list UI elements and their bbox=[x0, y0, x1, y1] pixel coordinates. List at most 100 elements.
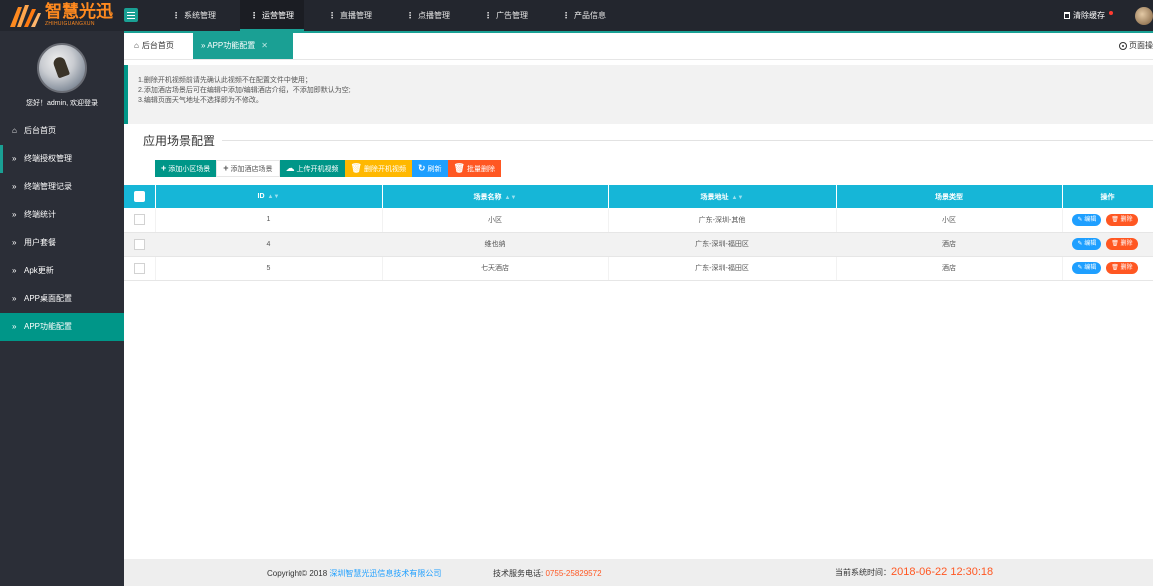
time-label: 当前系统时间： bbox=[835, 568, 891, 577]
topnav-label: 产品信息 bbox=[574, 11, 606, 20]
sidebar-item-terminal-records[interactable]: » 终端管理记录 bbox=[0, 173, 124, 201]
topnav-item-ads[interactable]: ⋮ 广告管理 bbox=[474, 0, 538, 31]
edit-button[interactable]: ✎ 编辑 bbox=[1072, 238, 1102, 250]
pencil-icon: ✎ bbox=[1077, 265, 1083, 271]
home-icon: ⌂ bbox=[12, 126, 17, 135]
column-header-id[interactable]: ID ▲▼ bbox=[155, 185, 383, 208]
add-community-scene-button[interactable]: + 添加小区场景 bbox=[155, 160, 217, 177]
row-checkbox-cell[interactable] bbox=[124, 208, 156, 233]
column-header-label: 操作 bbox=[1100, 193, 1115, 201]
sidebar-item-app-function[interactable]: » APP功能配置 bbox=[0, 313, 124, 341]
menu-toggle-icon[interactable] bbox=[124, 8, 138, 22]
double-chevron-icon: » bbox=[12, 238, 17, 247]
company-link[interactable]: 深圳智慧光迅信息技术有限公司 bbox=[329, 569, 441, 578]
target-icon bbox=[1119, 41, 1127, 50]
table-row: 1 小区 广东-深圳-其他 小区 ✎ 编辑 🗑 删除 bbox=[124, 208, 1153, 233]
notice-line: 2.添加酒店场景后可在编辑中添加/编辑酒店介绍，不添加即默认为空; bbox=[138, 87, 351, 94]
table-row: 5 七天酒店 广东-深圳-福田区 酒店 ✎ 编辑 🗑 删除 bbox=[124, 256, 1153, 281]
sidebar-avatar[interactable] bbox=[37, 43, 87, 93]
button-label: 删除开机视频 bbox=[363, 166, 406, 173]
double-chevron-icon: » bbox=[12, 266, 17, 275]
copyright: Copyright© 2018 深圳智慧光迅信息技术有限公司 bbox=[267, 568, 441, 579]
sort-icon[interactable]: ▲▼ bbox=[732, 195, 744, 201]
logo-mark-icon bbox=[8, 3, 42, 29]
logo-subtitle: ZHIHUIGUANGXUN bbox=[45, 21, 95, 27]
delete-boot-video-button[interactable]: 🗑 删除开机视频 bbox=[344, 160, 412, 177]
double-chevron-icon: » bbox=[12, 294, 17, 303]
cell-name: 七天酒店 bbox=[382, 256, 609, 281]
logo-title: 智慧光迅 bbox=[45, 2, 113, 22]
row-checkbox[interactable] bbox=[133, 238, 145, 250]
double-chevron-icon: » bbox=[12, 210, 17, 219]
column-header-address[interactable]: 场景地址 ▲▼ bbox=[608, 185, 837, 208]
support-phone: 技术服务电话: 0755-25829572 bbox=[493, 568, 602, 579]
select-all-checkbox[interactable] bbox=[133, 191, 145, 202]
sidebar-item-apk-update[interactable]: » Apk更新 bbox=[0, 257, 124, 285]
row-checkbox-cell[interactable] bbox=[124, 256, 156, 281]
topnav-item-product[interactable]: ⋮ 产品信息 bbox=[552, 0, 616, 31]
edit-button[interactable]: ✎ 编辑 bbox=[1072, 262, 1102, 274]
row-checkbox[interactable] bbox=[133, 214, 145, 226]
cell-ops: ✎ 编辑 🗑 删除 bbox=[1062, 256, 1153, 281]
topnav-item-system[interactable]: ⋮ 系统管理 bbox=[162, 0, 226, 31]
cell-id: 5 bbox=[155, 256, 383, 281]
clear-cache-button[interactable]: 清除缓存 bbox=[1064, 10, 1113, 21]
user-avatar[interactable] bbox=[1135, 6, 1153, 25]
trash-icon: 🗑 bbox=[1111, 216, 1119, 223]
sidebar-item-label: APP功能配置 bbox=[24, 322, 73, 331]
select-all-checkbox-cell[interactable] bbox=[124, 185, 156, 208]
tab-app-function[interactable]: » APP功能配置 ✕ bbox=[193, 33, 293, 59]
button-label: 批量删除 bbox=[466, 166, 495, 173]
tab-home[interactable]: ⌂ 后台首页 bbox=[134, 33, 174, 59]
trash-icon: 🗑 bbox=[350, 163, 362, 173]
delete-button[interactable]: 🗑 删除 bbox=[1106, 238, 1138, 250]
refresh-icon: ↻ bbox=[417, 163, 426, 173]
topnav-item-operation[interactable]: ⋮ 运营管理 bbox=[240, 0, 304, 31]
refresh-button[interactable]: ↻ 刷新 bbox=[411, 160, 448, 177]
delete-button[interactable]: 🗑 删除 bbox=[1106, 262, 1138, 274]
sort-icon[interactable]: ▲▼ bbox=[268, 194, 280, 200]
page-operations-button[interactable]: 页面操 bbox=[1119, 33, 1153, 59]
sidebar-item-label: Apk更新 bbox=[24, 266, 54, 275]
close-icon[interactable]: ✕ bbox=[261, 41, 268, 50]
topnav-item-vod[interactable]: ⋮ 点播管理 bbox=[396, 0, 460, 31]
delete-label: 删除 bbox=[1120, 216, 1133, 223]
pencil-icon: ✎ bbox=[1077, 241, 1083, 247]
row-checkbox[interactable] bbox=[133, 262, 145, 274]
sidebar-item-terminal-stats[interactable]: » 终端统计 bbox=[0, 201, 124, 229]
delete-button[interactable]: 🗑 删除 bbox=[1106, 213, 1138, 226]
tab-bar: ⌂ 后台首页 » APP功能配置 ✕ 页面操 bbox=[124, 33, 1153, 60]
notification-dot bbox=[1109, 10, 1113, 15]
notice-line: 3.编辑页面天气地址不选择即为不修改。 bbox=[138, 97, 263, 104]
notice-line: 1.删除开机视频前请先确认此视频不在配置文件中使用； bbox=[138, 77, 312, 84]
logo[interactable]: 智慧光迅 ZHIHUIGUANGXUN bbox=[0, 0, 124, 31]
sidebar-item-terminal-auth[interactable]: » 终端授权管理 bbox=[0, 145, 124, 173]
upload-boot-video-button[interactable]: ☁ 上传开机视频 bbox=[279, 160, 345, 177]
sidebar-item-home[interactable]: ⌂ 后台首页 bbox=[0, 117, 124, 145]
scene-table: ID ▲▼ 场景名称 ▲▼ 场景地址 ▲▼ 场景类型 操作 1 小区 广东-深圳-其他… bbox=[124, 185, 1153, 281]
cell-address: 广东-深圳-福田区 bbox=[608, 256, 837, 281]
column-header-label: 场景名称 bbox=[473, 193, 502, 201]
batch-delete-button[interactable]: 🗑 批量删除 bbox=[447, 160, 501, 177]
top-bar: 智慧光迅 ZHIHUIGUANGXUN ⋮ 系统管理 ⋮ 运营管理 ⋮ 直播管理 ⋮ 点… bbox=[0, 0, 1153, 31]
copyright-text: Copyright© 2018 bbox=[267, 569, 328, 578]
double-chevron-icon: » bbox=[12, 182, 17, 191]
tab-label: 后台首页 bbox=[141, 41, 174, 50]
sidebar: 您好！admin, 欢迎登录 ⌂ 后台首页 » 终端授权管理 » 终端管理记录 » 终端… bbox=[0, 31, 124, 586]
cell-type: 小区 bbox=[836, 208, 1063, 233]
add-hotel-scene-button[interactable]: + 添加酒店场景 bbox=[216, 160, 280, 177]
topnav-label: 点播管理 bbox=[418, 11, 450, 20]
section-divider bbox=[222, 140, 1153, 141]
top-nav: ⋮ 系统管理 ⋮ 运营管理 ⋮ 直播管理 ⋮ 点播管理 ⋮ 广告管理 ⋮ 产品信息 bbox=[162, 0, 630, 31]
topnav-item-live[interactable]: ⋮ 直播管理 bbox=[318, 0, 382, 31]
edit-button[interactable]: ✎ 编辑 bbox=[1072, 213, 1102, 226]
sidebar-item-user-plans[interactable]: » 用户套餐 bbox=[0, 229, 124, 257]
column-header-name[interactable]: 场景名称 ▲▼ bbox=[382, 185, 609, 208]
cell-type: 酒店 bbox=[836, 256, 1063, 281]
double-chevron-icon: » bbox=[12, 322, 17, 331]
sidebar-item-app-desktop[interactable]: » APP桌面配置 bbox=[0, 285, 124, 313]
row-checkbox-cell[interactable] bbox=[124, 232, 156, 257]
topnav-label: 系统管理 bbox=[184, 11, 216, 20]
sort-icon[interactable]: ▲▼ bbox=[505, 195, 517, 201]
topnav-label: 运营管理 bbox=[262, 11, 294, 20]
